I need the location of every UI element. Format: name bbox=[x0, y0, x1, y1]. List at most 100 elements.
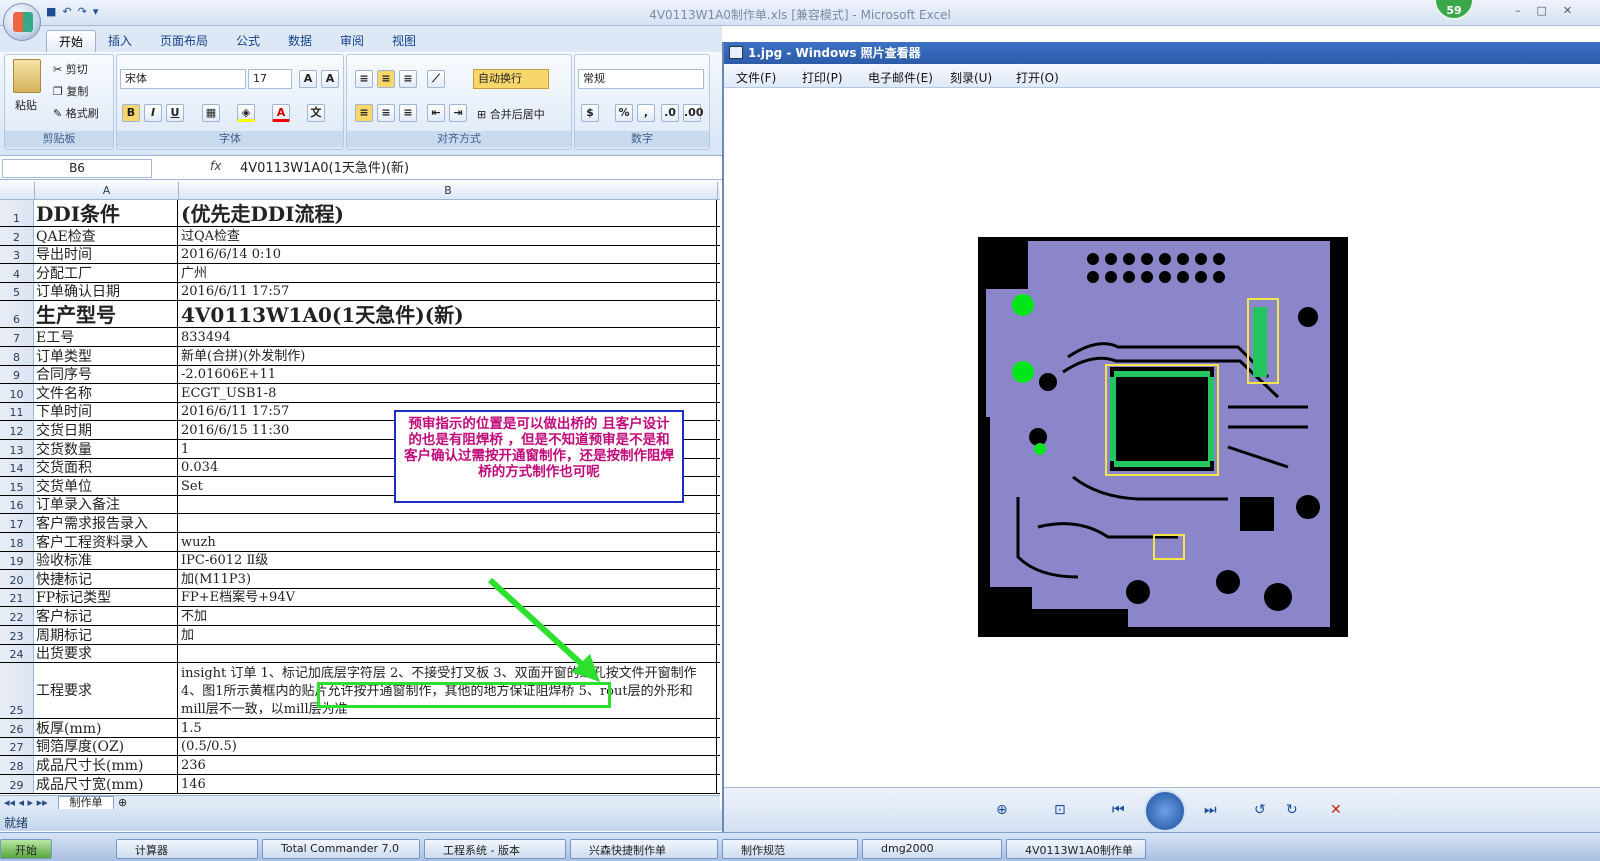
name-box[interactable]: B6 bbox=[2, 159, 152, 178]
increase-decimal-icon[interactable]: .0 bbox=[661, 104, 679, 122]
cell-b[interactable]: 加(M11P3) bbox=[179, 570, 717, 588]
minimize-icon[interactable]: – bbox=[1515, 4, 1521, 17]
cell-a[interactable]: 验收标准 bbox=[35, 551, 178, 570]
row-header[interactable]: 1 bbox=[0, 200, 34, 226]
cell-b[interactable]: 146 bbox=[179, 775, 717, 793]
cell-a[interactable]: 生产型号 bbox=[35, 301, 178, 328]
close-icon[interactable]: ✕ bbox=[1563, 4, 1572, 17]
taskbar-item-excel[interactable]: 4V0113W1A0制作单 bbox=[1006, 839, 1146, 859]
align-left-icon[interactable]: ≡ bbox=[355, 104, 373, 122]
cell-b[interactable]: 加 bbox=[179, 626, 717, 644]
font-name-select[interactable]: 宋体 bbox=[120, 69, 246, 89]
underline-button[interactable]: U bbox=[166, 104, 184, 122]
cell-b[interactable]: (优先走DDI流程) bbox=[179, 200, 717, 226]
slideshow-button[interactable] bbox=[1144, 790, 1186, 832]
menu-burn[interactable]: 刻录(U) bbox=[950, 69, 992, 86]
cell-b[interactable]: wuzh bbox=[179, 533, 717, 551]
taskbar-item-order-form[interactable]: 兴森快捷制作单 bbox=[570, 839, 718, 859]
cell-b[interactable]: ECGT_USB1-8 bbox=[179, 384, 717, 402]
previous-icon[interactable]: ⏮ bbox=[1112, 802, 1125, 818]
number-format-select[interactable]: 常规 bbox=[578, 69, 704, 89]
rotate-left-icon[interactable]: ↺ bbox=[1254, 802, 1266, 818]
tab-home[interactable]: 开始 bbox=[46, 30, 97, 52]
row-header[interactable]: 22 bbox=[0, 607, 34, 625]
shrink-font-icon[interactable]: A bbox=[321, 70, 339, 88]
increase-indent-icon[interactable]: ⇥ bbox=[449, 104, 467, 122]
row-header[interactable]: 17 bbox=[0, 514, 34, 532]
percent-button[interactable]: % bbox=[615, 104, 633, 122]
start-button[interactable]: 开始 bbox=[0, 839, 52, 859]
cut-button[interactable]: ✂ 剪切 bbox=[53, 61, 88, 77]
row-header[interactable]: 2 bbox=[0, 227, 34, 245]
comma-button[interactable]: , bbox=[637, 104, 655, 122]
cell-a[interactable]: 出货要求 bbox=[35, 644, 178, 663]
row-header[interactable]: 8 bbox=[0, 347, 34, 365]
row-header[interactable]: 10 bbox=[0, 384, 34, 402]
row-header[interactable]: 5 bbox=[0, 282, 34, 301]
next-icon[interactable]: ⏭ bbox=[1204, 802, 1217, 818]
cell-a[interactable]: 工程要求 bbox=[35, 663, 178, 719]
row-header[interactable]: 19 bbox=[0, 551, 34, 570]
align-bottom-icon[interactable]: ≡ bbox=[399, 70, 417, 88]
save-icon[interactable]: ■ bbox=[46, 5, 56, 21]
cell-a[interactable]: 板厚(mm) bbox=[35, 719, 178, 737]
select-all-corner[interactable] bbox=[0, 182, 35, 200]
cell-b[interactable]: (0.5/0.5) bbox=[179, 737, 717, 756]
cell-b[interactable]: 2016/6/11 17:57 bbox=[179, 282, 717, 301]
cell-b[interactable]: 过QA检查 bbox=[179, 227, 717, 245]
paste-button[interactable]: 粘贴 bbox=[15, 97, 37, 113]
cell-a[interactable]: 成品尺寸宽(mm) bbox=[35, 775, 178, 793]
row-header[interactable]: 28 bbox=[0, 756, 34, 774]
tab-page-layout[interactable]: 页面布局 bbox=[148, 30, 220, 51]
cell-a[interactable]: 分配工厂 bbox=[35, 264, 178, 282]
paste-icon[interactable] bbox=[13, 59, 41, 93]
column-header-b[interactable]: B bbox=[179, 182, 718, 200]
cell-a[interactable]: 交货单位 bbox=[35, 477, 178, 495]
align-middle-icon[interactable]: ≡ bbox=[377, 70, 395, 88]
actual-size-icon[interactable]: ⊡ bbox=[1054, 802, 1066, 818]
decrease-decimal-icon[interactable]: .00 bbox=[683, 104, 704, 122]
orientation-icon[interactable]: ⟋ bbox=[427, 70, 445, 88]
align-top-icon[interactable]: ≡ bbox=[355, 70, 373, 88]
cell-a[interactable]: 订单确认日期 bbox=[35, 282, 178, 301]
italic-button[interactable]: I bbox=[144, 104, 162, 122]
zoom-icon[interactable]: ⊕ bbox=[996, 802, 1008, 818]
row-header[interactable]: 23 bbox=[0, 626, 34, 644]
row-header[interactable]: 20 bbox=[0, 570, 34, 588]
accounting-format-icon[interactable]: $ bbox=[581, 104, 599, 122]
tab-data[interactable]: 数据 bbox=[276, 30, 324, 51]
cell-b[interactable] bbox=[179, 644, 717, 663]
cell-a[interactable]: 交货面积 bbox=[35, 458, 178, 477]
taskbar-item-total-commander[interactable]: Total Commander 7.0 bbox=[262, 839, 420, 859]
cell-a[interactable]: DDI条件 bbox=[35, 200, 178, 226]
format-painter-button[interactable]: ✎ 格式刷 bbox=[53, 105, 99, 121]
cell-b[interactable]: 236 bbox=[179, 756, 717, 774]
cell-a[interactable]: QAE检查 bbox=[35, 227, 178, 245]
merge-center-button[interactable]: ⊞ 合并后居中 bbox=[477, 106, 545, 122]
cell-a[interactable]: 快捷标记 bbox=[35, 570, 178, 588]
cell-a[interactable]: 导出时间 bbox=[35, 245, 178, 264]
cell-b[interactable]: 4V0113W1A0(1天急件)(新) bbox=[179, 301, 717, 328]
cell-b[interactable]: IPC-6012 Ⅱ级 bbox=[179, 551, 717, 570]
row-header[interactable]: 27 bbox=[0, 737, 34, 756]
align-right-icon[interactable]: ≡ bbox=[399, 104, 417, 122]
sheet-nav-icon[interactable]: ◂◂ ◂ ▸ ▸▸ bbox=[4, 796, 48, 809]
cell-a[interactable]: 文件名称 bbox=[35, 384, 178, 402]
cell-a[interactable]: 合同序号 bbox=[35, 365, 178, 384]
row-header[interactable]: 14 bbox=[0, 458, 34, 477]
bold-button[interactable]: B bbox=[122, 104, 140, 122]
cell-b[interactable]: 1.5 bbox=[179, 719, 717, 737]
cell-b[interactable]: 不加 bbox=[179, 607, 717, 625]
rotate-right-icon[interactable]: ↻ bbox=[1286, 802, 1298, 818]
row-header[interactable]: 4 bbox=[0, 264, 34, 282]
menu-email[interactable]: 电子邮件(E) bbox=[868, 69, 933, 86]
cell-a[interactable]: 铜箔厚度(OZ) bbox=[35, 737, 178, 756]
font-color-icon[interactable]: A bbox=[272, 104, 290, 122]
tab-view[interactable]: 视图 bbox=[380, 30, 428, 51]
cell-a[interactable]: 客户需求报告录入 bbox=[35, 514, 178, 532]
borders-icon[interactable]: ▦ bbox=[202, 104, 220, 122]
cell-a[interactable]: 订单类型 bbox=[35, 347, 178, 365]
taskbar-item-engineering-system[interactable]: 工程系统 - 版本 bbox=[424, 839, 566, 859]
cell-b[interactable]: 833494 bbox=[179, 328, 717, 346]
cell-a[interactable]: FP标记类型 bbox=[35, 588, 178, 607]
